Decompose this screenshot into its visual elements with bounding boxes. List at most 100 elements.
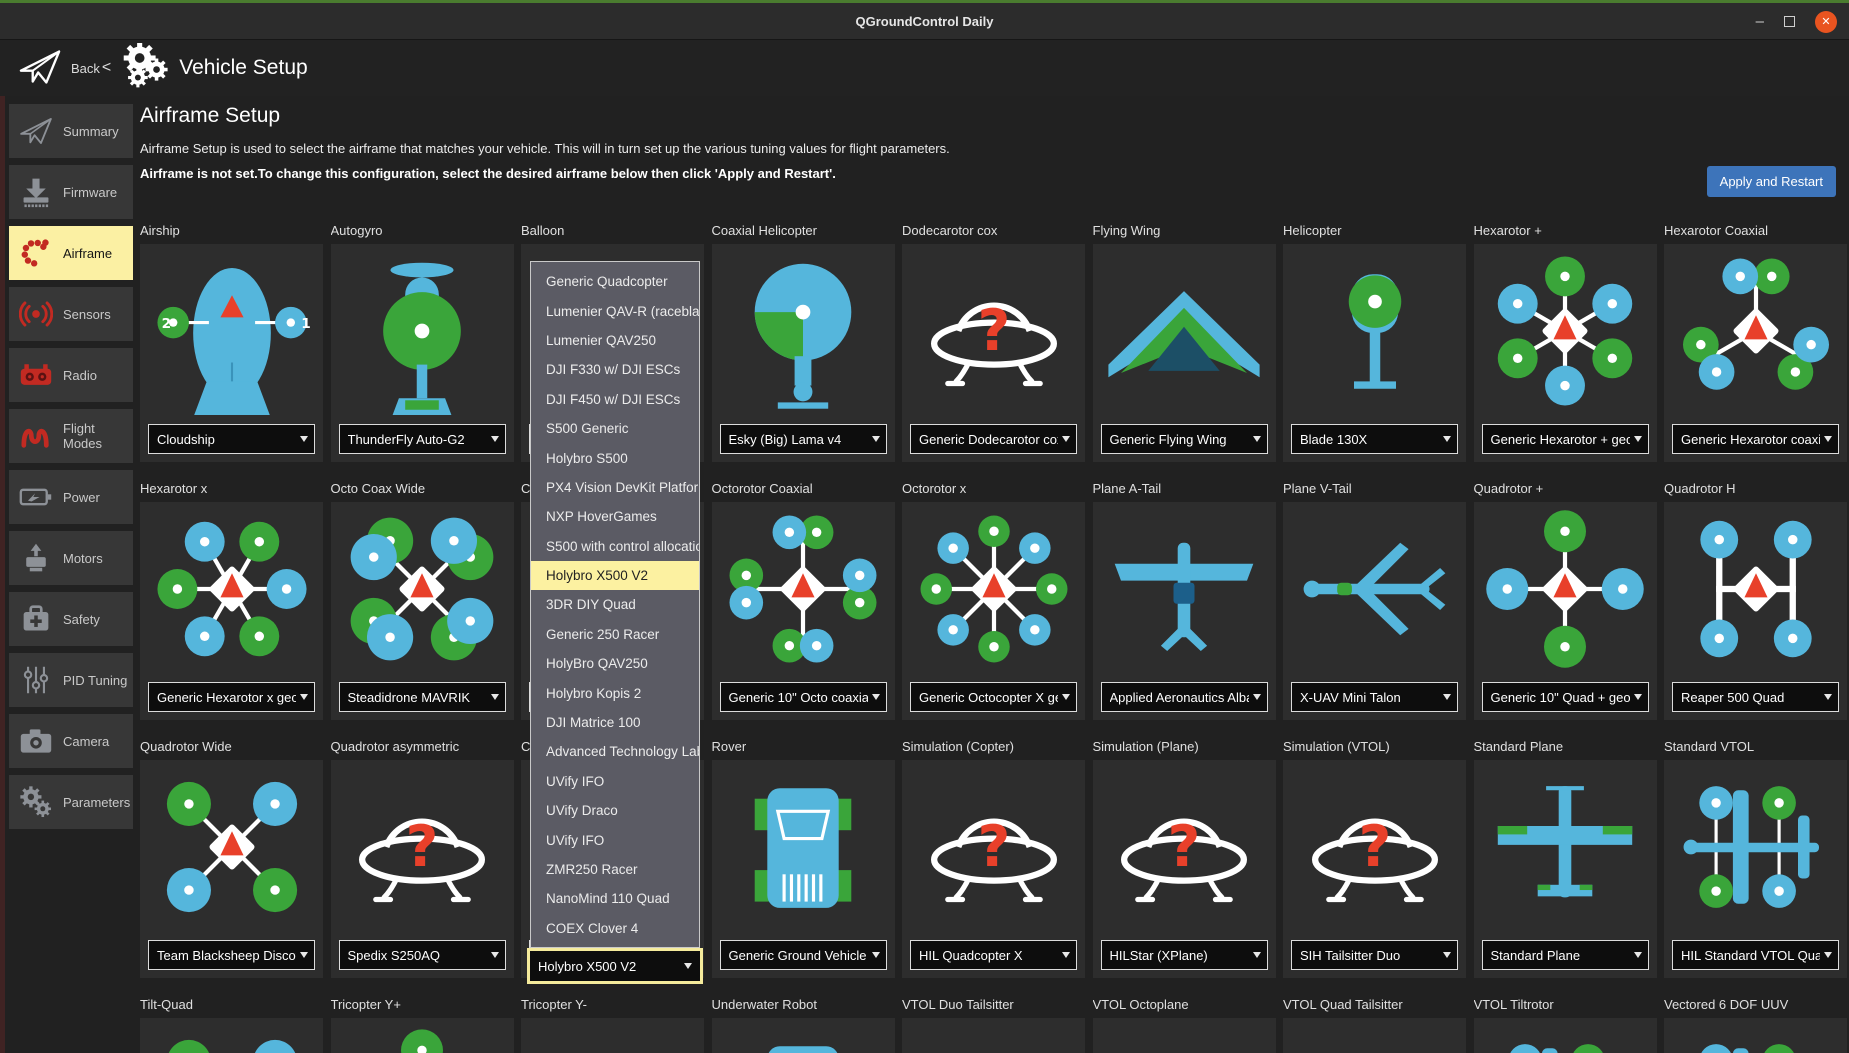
airframe-combo[interactable]: Applied Aeronautics Albatross [1101,682,1268,712]
sidebar-item-parameters[interactable]: Parameters [9,775,133,829]
sidebar-item-sensors[interactable]: Sensors [9,287,133,341]
sidebar-item-motors[interactable]: Motors [9,531,133,585]
airframe-combo[interactable]: Generic Dodecarotor cox geome [910,424,1077,454]
sidebar-item-camera[interactable]: Camera [9,714,133,768]
airframe-tile[interactable]: X-UAV Mini Talon [1283,502,1466,720]
airframe-combo[interactable]: Blade 130X [1291,424,1458,454]
dropdown-item[interactable]: HolyBro QAV250 [531,649,699,678]
airframe-tile[interactable]: Standard Plane [1474,760,1657,978]
dropdown-item[interactable]: UVify Draco [531,796,699,825]
apply-restart-button[interactable]: Apply and Restart [1707,166,1836,197]
maximize-button[interactable] [1784,16,1795,27]
airframe-tile[interactable]: ? HIL Quadcopter X [902,760,1085,978]
airframe-tile[interactable] [712,1018,895,1053]
airframe-tile[interactable]: ? Generic Dodecarotor cox geome [902,244,1085,462]
sidebar-item-airframe[interactable]: Airframe [9,226,133,280]
dropdown-item[interactable]: Holybro Kopis 2 [531,678,699,707]
airframe-tile[interactable]: ? HILStar (XPlane) [1093,760,1276,978]
sidebar-item-summary[interactable]: Summary [9,104,133,158]
dropdown-item[interactable]: Holybro S500 [531,443,699,472]
dropdown-item[interactable]: Holybro X500 V2 [531,561,699,590]
dropdown-item[interactable]: PX4 Vision DevKit Platform [531,473,699,502]
airframe-combo[interactable]: Generic Hexarotor x geometry [148,682,315,712]
airframe-tile[interactable]: ? [1093,1018,1276,1053]
airframe-combo[interactable]: X-UAV Mini Talon [1291,682,1458,712]
airframe-combo[interactable]: Reaper 500 Quad [1672,682,1839,712]
dropdown-item[interactable]: S500 with control allocation [531,532,699,561]
grid-cell: Quadrotor H Reaper 500 Quad [1664,480,1847,720]
minimize-button[interactable]: – [1756,17,1764,27]
dropdown-item[interactable]: Advanced Technology Labs ( [531,737,699,766]
dropdown-item[interactable]: Lumenier QAV250 [531,326,699,355]
airframe-combo[interactable]: Cloudship [148,424,315,454]
airframe-tile[interactable] [140,1018,323,1053]
dropdown-item[interactable]: UVify IFO [531,825,699,854]
sidebar-item-safety[interactable]: Safety [9,592,133,646]
dropdown-item[interactable]: NanoMind 110 Quad [531,884,699,913]
category-label: Plane V-Tail [1283,480,1466,502]
sidebar-item-flight-modes[interactable]: Flight Modes [9,409,133,463]
airframe-combo[interactable]: Generic Flying Wing [1101,424,1268,454]
airframe-tile[interactable]: ThunderFly Auto-G2 [331,244,514,462]
airframe-combo[interactable]: Generic Ground Vehicle [720,940,887,970]
airframe-tile[interactable]: Steadidrone MAVRIK [331,502,514,720]
airframe-combo[interactable]: Generic Hexarotor coaxial geor [1672,424,1839,454]
airframe-tile[interactable]: ? SIH Tailsitter Duo [1283,760,1466,978]
airframe-tile[interactable]: Generic Hexarotor coaxial geor [1664,244,1847,462]
back-button[interactable]: Back [18,47,100,90]
airframe-combo-open[interactable]: Holybro X500 V2 [527,948,703,984]
airframe-tile[interactable]: Generic Octocopter X geometry [902,502,1085,720]
airframe-tile[interactable]: Generic Hexarotor x geometry [140,502,323,720]
dropdown-item[interactable]: UVify IFO [531,767,699,796]
airframe-tile[interactable]: HIL Standard VTOL QuadPlane [1664,760,1847,978]
airframe-combo[interactable]: Team Blacksheep Discovery [148,940,315,970]
dropdown-item[interactable]: ZMR250 Racer [531,855,699,884]
close-button[interactable]: ✕ [1815,11,1837,33]
dropdown-item[interactable]: DJI F450 w/ DJI ESCs [531,385,699,414]
airframe-tile[interactable] [331,1018,514,1053]
airframe-tile[interactable] [1664,1018,1847,1053]
airframe-combo[interactable]: Standard Plane [1482,940,1649,970]
airframe-combo[interactable]: Steadidrone MAVRIK [339,682,506,712]
airframe-combo[interactable]: HIL Standard VTOL QuadPlane [1672,940,1839,970]
dropdown-item[interactable]: DJI F330 w/ DJI ESCs [531,355,699,384]
sidebar-item-radio[interactable]: Radio [9,348,133,402]
airframe-tile[interactable]: 2 1 Cloudship [140,244,323,462]
airframe-tile[interactable] [1474,1018,1657,1053]
airframe-tile[interactable]: Generic 10" Quad + geometry [1474,502,1657,720]
airframe-tile[interactable]: Blade 130X [1283,244,1466,462]
airframe-tile[interactable]: Generic Flying Wing [1093,244,1276,462]
airframe-combo[interactable]: Generic 10" Octo coaxial geome [720,682,887,712]
airframe-tile[interactable]: Esky (Big) Lama v4 [712,244,895,462]
airframe-tile[interactable]: Generic 10" Octo coaxial geome [712,502,895,720]
airframe-tile[interactable]: Generic Ground Vehicle [712,760,895,978]
dropdown-item[interactable]: DJI Matrice 100 [531,708,699,737]
dropdown-item[interactable]: Generic Quadcopter [531,267,699,296]
airframe-combo[interactable]: Spedix S250AQ [339,940,506,970]
sidebar-item-pid-tuning[interactable]: PID Tuning [9,653,133,707]
dropdown-item[interactable]: NXP HoverGames [531,502,699,531]
sidebar-item-power[interactable]: Power [9,470,133,524]
airframe-tile[interactable] [521,1018,704,1053]
dropdown-item[interactable]: S500 Generic [531,414,699,443]
airframe-tile[interactable]: Team Blacksheep Discovery [140,760,323,978]
airframe-combo[interactable]: HILStar (XPlane) [1101,940,1268,970]
airframe-combo[interactable]: Generic 10" Quad + geometry [1482,682,1649,712]
airframe-tile[interactable]: Reaper 500 Quad [1664,502,1847,720]
airframe-combo[interactable]: SIH Tailsitter Duo [1291,940,1458,970]
dropdown-item[interactable]: 3DR DIY Quad [531,590,699,619]
airframe-tile[interactable]: Generic Hexarotor + geometry [1474,244,1657,462]
airframe-combo[interactable]: Esky (Big) Lama v4 [720,424,887,454]
dropdown-item[interactable]: COEX Clover 4 [531,914,699,943]
airframe-tile[interactable]: Applied Aeronautics Albatross [1093,502,1276,720]
airframe-combo[interactable]: Generic Octocopter X geometry [910,682,1077,712]
airframe-combo[interactable]: Generic Hexarotor + geometry [1482,424,1649,454]
airframe-tile[interactable]: ? [902,1018,1085,1053]
dropdown-item[interactable]: Generic 250 Racer [531,620,699,649]
airframe-combo[interactable]: HIL Quadcopter X [910,940,1077,970]
sidebar-item-firmware[interactable]: Firmware [9,165,133,219]
airframe-combo[interactable]: ThunderFly Auto-G2 [339,424,506,454]
airframe-tile[interactable]: ? [1283,1018,1466,1053]
airframe-tile[interactable]: ? Spedix S250AQ [331,760,514,978]
dropdown-item[interactable]: Lumenier QAV-R (raceblade) [531,296,699,325]
